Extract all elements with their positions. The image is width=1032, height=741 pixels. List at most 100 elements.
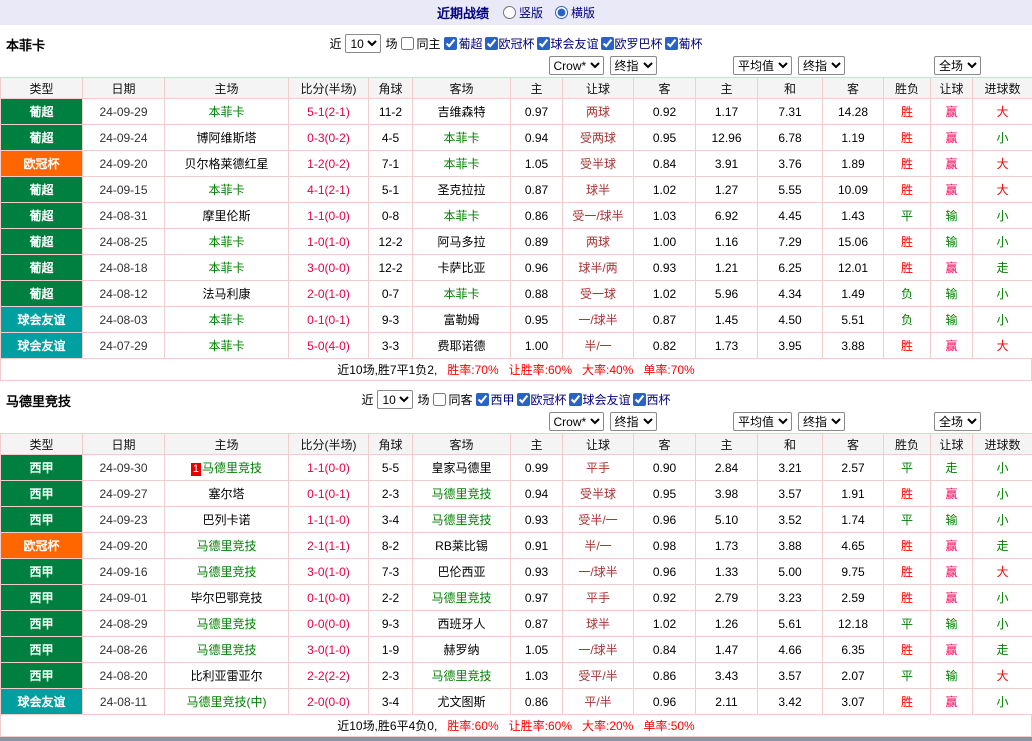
- league-filter[interactable]: 西甲: [476, 391, 514, 408]
- away-team[interactable]: 西班牙人: [413, 611, 511, 637]
- match-score[interactable]: 2-2(2-2): [289, 663, 369, 689]
- match-score[interactable]: 5-1(2-1): [289, 99, 369, 125]
- away-team[interactable]: 富勒姆: [413, 307, 511, 333]
- home-team[interactable]: 马德里竞技: [165, 611, 289, 637]
- league-filter[interactable]: 欧冠杯: [485, 35, 535, 52]
- league-checkbox[interactable]: [665, 37, 678, 50]
- odds-time-select[interactable]: 终指: [610, 412, 657, 431]
- same-venue-filter[interactable]: 同主: [401, 35, 440, 52]
- league-checkbox[interactable]: [517, 393, 530, 406]
- home-team[interactable]: 本菲卡: [165, 307, 289, 333]
- home-team[interactable]: 比利亚雷亚尔: [165, 663, 289, 689]
- scope-select[interactable]: 全场: [934, 412, 981, 431]
- match-score[interactable]: 4-1(2-1): [289, 177, 369, 203]
- away-team[interactable]: 马德里竞技: [413, 585, 511, 611]
- league-filter[interactable]: 球会友谊: [537, 35, 599, 52]
- away-team[interactable]: 马德里竞技: [413, 507, 511, 533]
- home-team[interactable]: 本菲卡: [165, 177, 289, 203]
- odds-company-select[interactable]: Crow*: [549, 56, 604, 75]
- average-time-select[interactable]: 终指: [798, 56, 845, 75]
- home-team[interactable]: 贝尔格莱德红星: [165, 151, 289, 177]
- away-odds: 0.86: [634, 663, 696, 689]
- home-team[interactable]: 巴列卡诺: [165, 507, 289, 533]
- same-venue-filter[interactable]: 同客: [433, 391, 472, 408]
- league-checkbox[interactable]: [633, 393, 646, 406]
- away-team[interactable]: 本菲卡: [413, 151, 511, 177]
- layout-radio-horizontal[interactable]: 横版: [555, 4, 595, 21]
- match-score[interactable]: 5-0(4-0): [289, 333, 369, 359]
- home-team[interactable]: 1马德里竞技: [165, 455, 289, 481]
- radio-input[interactable]: [503, 6, 516, 19]
- match-score[interactable]: 0-3(0-2): [289, 125, 369, 151]
- match-score[interactable]: 1-1(0-0): [289, 455, 369, 481]
- home-team[interactable]: 本菲卡: [165, 333, 289, 359]
- away-team[interactable]: 卡萨比亚: [413, 255, 511, 281]
- away-team[interactable]: 马德里竞技: [413, 481, 511, 507]
- match-score[interactable]: 3-0(1-0): [289, 559, 369, 585]
- away-team[interactable]: 费耶诺德: [413, 333, 511, 359]
- home-team[interactable]: 本菲卡: [165, 229, 289, 255]
- match-score[interactable]: 1-0(1-0): [289, 229, 369, 255]
- league-checkbox[interactable]: [537, 37, 550, 50]
- odds-time-select[interactable]: 终指: [610, 56, 657, 75]
- away-team[interactable]: 巴伦西亚: [413, 559, 511, 585]
- match-score[interactable]: 2-0(1-0): [289, 281, 369, 307]
- away-team[interactable]: 赫罗纳: [413, 637, 511, 663]
- match-count-select[interactable]: 10: [345, 34, 381, 53]
- match-score[interactable]: 0-1(0-1): [289, 481, 369, 507]
- average-select[interactable]: 平均值: [733, 412, 792, 431]
- away-team[interactable]: 本菲卡: [413, 125, 511, 151]
- home-team[interactable]: 马德里竞技: [165, 637, 289, 663]
- match-score[interactable]: 1-1(1-0): [289, 507, 369, 533]
- home-team[interactable]: 摩里伦斯: [165, 203, 289, 229]
- layout-radio-vertical[interactable]: 竖版: [503, 4, 543, 21]
- match-score[interactable]: 2-1(1-1): [289, 533, 369, 559]
- league-badge: 葡超: [1, 99, 83, 125]
- odds-company-select[interactable]: Crow*: [549, 412, 604, 431]
- league-filter[interactable]: 葡超: [444, 35, 482, 52]
- league-checkbox[interactable]: [476, 393, 489, 406]
- league-checkbox[interactable]: [569, 393, 582, 406]
- home-team[interactable]: 马德里竞技(中): [165, 689, 289, 715]
- average-select[interactable]: 平均值: [733, 56, 792, 75]
- league-filter[interactable]: 西杯: [633, 391, 671, 408]
- home-team[interactable]: 塞尔塔: [165, 481, 289, 507]
- match-score[interactable]: 0-1(0-0): [289, 585, 369, 611]
- match-score[interactable]: 3-0(1-0): [289, 637, 369, 663]
- match-score[interactable]: 1-1(0-0): [289, 203, 369, 229]
- league-filter[interactable]: 欧罗巴杯: [601, 35, 663, 52]
- match-score[interactable]: 0-0(0-0): [289, 611, 369, 637]
- home-team[interactable]: 毕尔巴鄂竞技: [165, 585, 289, 611]
- average-time-select[interactable]: 终指: [798, 412, 845, 431]
- match-score[interactable]: 2-0(0-0): [289, 689, 369, 715]
- league-filter[interactable]: 葡杯: [665, 35, 703, 52]
- away-team[interactable]: 尤文图斯: [413, 689, 511, 715]
- home-team[interactable]: 本菲卡: [165, 99, 289, 125]
- away-team[interactable]: 阿马多拉: [413, 229, 511, 255]
- radio-input[interactable]: [555, 6, 568, 19]
- away-team[interactable]: 本菲卡: [413, 281, 511, 307]
- same-venue-checkbox[interactable]: [401, 37, 414, 50]
- league-checkbox[interactable]: [485, 37, 498, 50]
- match-score[interactable]: 0-1(0-1): [289, 307, 369, 333]
- home-team[interactable]: 马德里竞技: [165, 533, 289, 559]
- away-team[interactable]: 吉维森特: [413, 99, 511, 125]
- scope-select[interactable]: 全场: [934, 56, 981, 75]
- home-team[interactable]: 本菲卡: [165, 255, 289, 281]
- match-score[interactable]: 1-2(0-2): [289, 151, 369, 177]
- away-team[interactable]: 马德里竞技: [413, 663, 511, 689]
- league-filter[interactable]: 球会友谊: [569, 391, 631, 408]
- away-team[interactable]: RB莱比锡: [413, 533, 511, 559]
- match-count-select[interactable]: 10: [377, 390, 413, 409]
- away-team[interactable]: 本菲卡: [413, 203, 511, 229]
- home-team[interactable]: 马德里竞技: [165, 559, 289, 585]
- same-venue-checkbox[interactable]: [433, 393, 446, 406]
- league-checkbox[interactable]: [601, 37, 614, 50]
- match-score[interactable]: 3-0(0-0): [289, 255, 369, 281]
- league-filter[interactable]: 欧冠杯: [517, 391, 567, 408]
- home-team[interactable]: 法马利康: [165, 281, 289, 307]
- away-team[interactable]: 皇家马德里: [413, 455, 511, 481]
- home-team[interactable]: 博阿维斯塔: [165, 125, 289, 151]
- league-checkbox[interactable]: [444, 37, 457, 50]
- away-team[interactable]: 圣克拉拉: [413, 177, 511, 203]
